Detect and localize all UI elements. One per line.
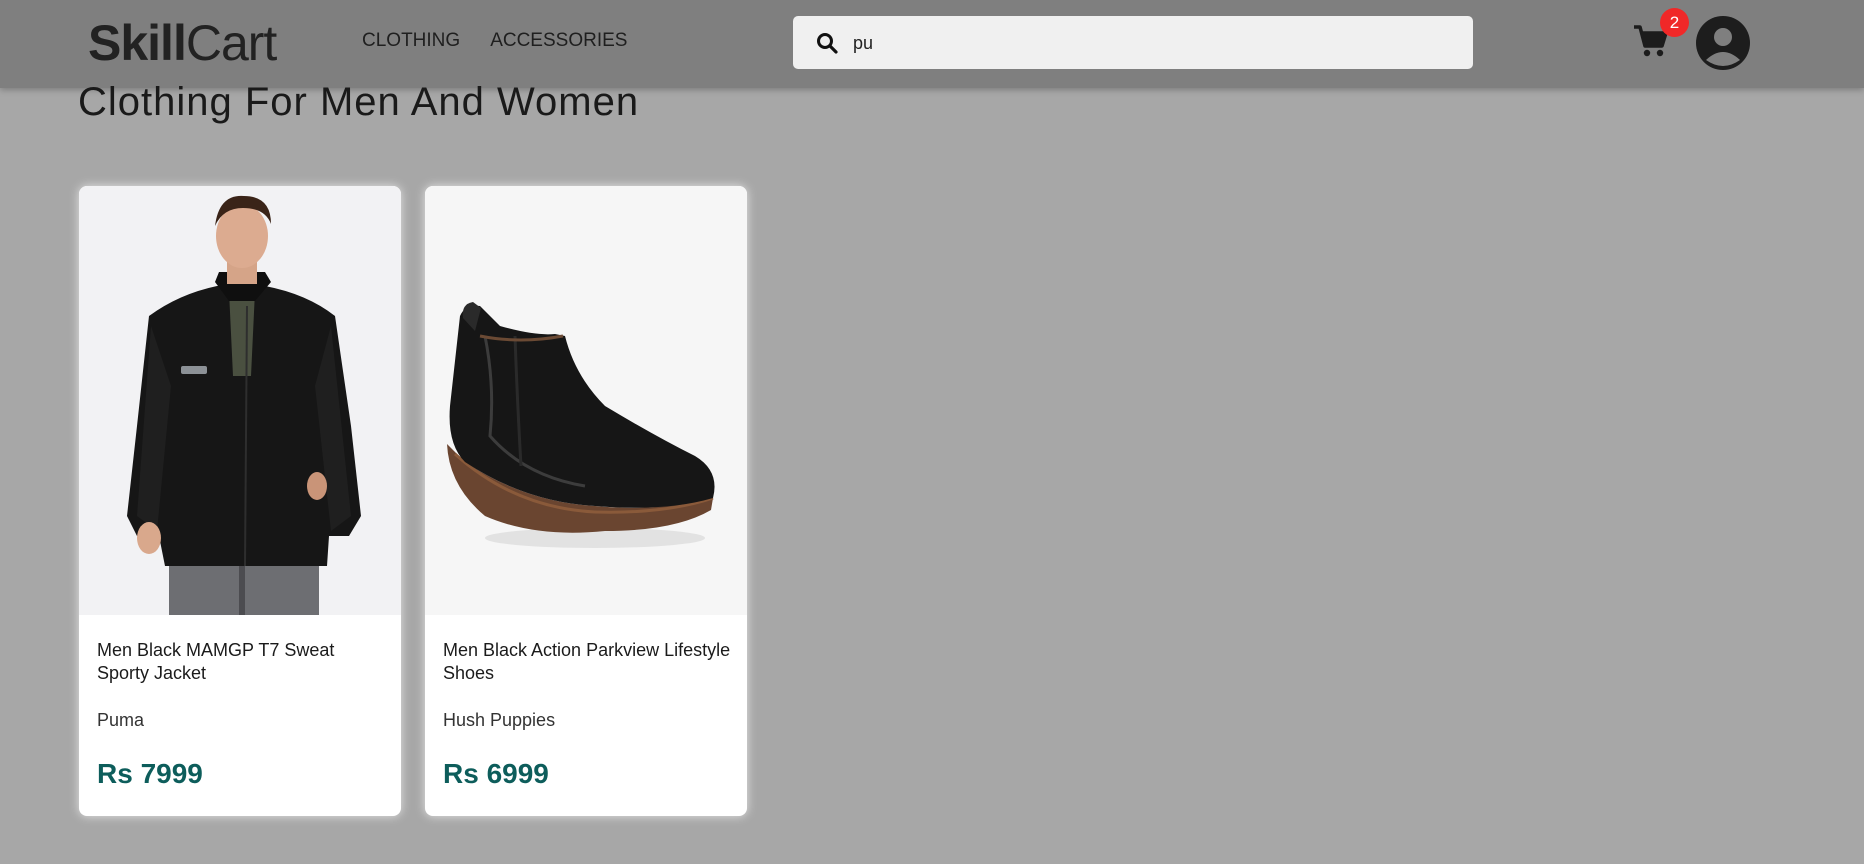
product-price: Rs 7999 — [97, 758, 203, 789]
product-name: Men Black Action Parkview Lifestyle Shoe… — [443, 640, 731, 683]
main-nav: CLOTHING ACCESSORIES — [362, 30, 627, 52]
product-image-shoes[interactable] — [425, 186, 747, 615]
search-input[interactable] — [851, 25, 1455, 61]
search-icon[interactable] — [815, 31, 839, 55]
product-brand: Hush Puppies — [443, 710, 556, 730]
logo-light-text: Cart — [185, 15, 277, 71]
logo-bold-text: Skill — [88, 15, 187, 71]
top-header: SkillCart CLOTHING ACCESSORIES 2 — [0, 0, 1864, 88]
product-card[interactable]: Men Black Action Parkview Lifestyle Shoe… — [425, 186, 747, 816]
product-card[interactable]: Men Black MAMGP T7 Sweat Sporty Jacket P… — [79, 186, 401, 816]
product-image-jacket[interactable] — [79, 186, 401, 615]
nav-clothing[interactable]: CLOTHING — [362, 30, 460, 52]
product-name: Men Black MAMGP T7 Sweat Sporty Jacket — [97, 640, 335, 683]
page-title: Clothing For Men And Women — [78, 80, 640, 124]
cart-count-badge: 2 — [1660, 8, 1689, 37]
product-brand: Puma — [97, 710, 145, 730]
nav-accessories[interactable]: ACCESSORIES — [490, 30, 627, 52]
user-avatar-icon[interactable] — [1696, 16, 1750, 70]
search-bar — [793, 16, 1473, 69]
product-price: Rs 6999 — [443, 758, 549, 789]
logo[interactable]: SkillCart — [88, 14, 277, 72]
